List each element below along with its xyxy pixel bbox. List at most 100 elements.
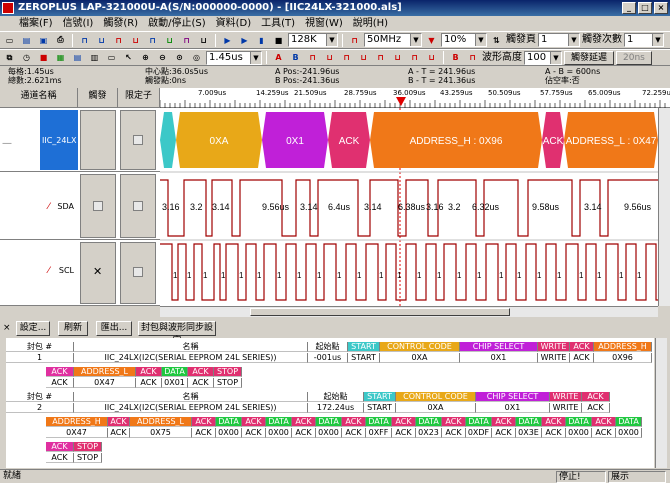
minimize-button[interactable]: _ [622,2,636,14]
field-ack: ACK [542,417,566,427]
scl-pulse-label: 1 [619,271,624,280]
packet-decode-table[interactable]: 封包 # 名稱 起始點 START CONTROL CODE CHIP SELE… [6,338,654,468]
time-ruler[interactable]: 7.009us 14.259us 21.509us 28.759us 36.00… [160,88,670,108]
grid-icon[interactable]: ▦ [53,50,68,65]
bus-decode-icon[interactable]: B [448,50,463,65]
signal-3-icon[interactable]: ⊓ [111,33,126,47]
signal-7-icon[interactable]: ⊓ [179,33,194,47]
clock-icon[interactable]: ⊓ [347,33,362,47]
field-ack: ACK [582,392,610,402]
scl-qualifier-cell[interactable] [120,242,156,304]
bus-icon[interactable]: ▭ [104,50,119,65]
cursor-b-icon[interactable]: B [288,50,303,65]
export-button[interactable]: 匯出... [96,321,132,336]
signal-8-icon[interactable]: ⊔ [196,33,211,47]
scroll-thumb[interactable] [250,308,510,316]
cursor-a-icon[interactable]: A [271,50,286,65]
menu-run-stop[interactable]: 啟動/停止(S) [143,16,211,31]
signal-1-icon[interactable]: ⊓ [77,33,92,47]
open-icon[interactable]: ▤ [19,33,34,47]
sda-timing-label: 3.14 [300,202,318,212]
channel-row-scl[interactable]: ⁄ SCL ✕ [0,240,160,306]
run-icon[interactable]: ▶ [220,33,235,47]
sda-timing-label: 3.2 [448,202,461,212]
waveform-horizontal-scrollbar[interactable] [160,306,658,317]
field-ack: ACK [46,442,74,452]
sync-settings-button[interactable]: 封包與波形同步設定 [138,321,216,346]
stop-icon[interactable]: ■ [271,33,286,47]
run-repeat-icon[interactable]: ▶ [237,33,252,47]
scl-pulse-label: 1 [637,271,642,280]
pointer-icon[interactable]: ↖ [121,50,136,65]
signal-5-icon[interactable]: ⊓ [145,33,160,47]
trigger-delay-button[interactable]: 觸發延遲 [564,50,615,65]
copy-icon[interactable]: ⧉ [2,50,17,65]
save-icon[interactable]: ▣ [36,33,51,47]
maximize-button[interactable]: □ [638,2,652,14]
table-icon[interactable]: ▤ [70,50,85,65]
menu-trigger[interactable]: 觸發(R) [98,16,143,31]
pause-icon[interactable]: ▮ [254,33,269,47]
sample-rate-select[interactable]: 50MHz ▼ [364,33,422,47]
trigger-page-select[interactable]: 1 ▼ [538,33,580,47]
trigger-position-select[interactable]: 10% ▼ [441,33,487,47]
zoom-all-icon[interactable]: ◎ [189,50,204,65]
search-8-icon[interactable]: ⊔ [424,50,439,65]
waveform-display[interactable]: 0XA 0X1 ACK ADDRESS_H : 0X96 ACK ADDRESS_L : … [160,108,658,306]
bus-search-icon[interactable]: ⊓ [465,50,480,65]
signal-2-icon[interactable]: ⊔ [94,33,109,47]
zoom-in-icon[interactable]: ⊕ [138,50,153,65]
channel-name: SDA [57,202,74,211]
sda-trigger-cell[interactable] [80,174,116,238]
zoom-fit-icon[interactable]: ⊙ [172,50,187,65]
scl-trigger-cell[interactable]: ✕ [80,242,116,304]
channel-row-bus[interactable]: — IIC_24LX [0,108,160,172]
search-6-icon[interactable]: ⊔ [390,50,405,65]
app-icon [2,2,14,14]
field-start: START [364,392,396,402]
search-5-icon[interactable]: ⊓ [373,50,388,65]
clock-settings-icon[interactable]: ◷ [19,50,34,65]
menu-window[interactable]: 視窗(W) [300,16,348,31]
trigger-pos-icon[interactable]: ▼ [424,33,439,47]
search-1-icon[interactable]: ⊓ [305,50,320,65]
menu-data[interactable]: 資料(D) [211,16,257,31]
signal-4-icon[interactable]: ⊔ [128,33,143,47]
trigger-settings-icon[interactable]: ⇅ [489,33,504,47]
new-icon[interactable]: ▭ [2,33,17,47]
search-2-icon[interactable]: ⊔ [322,50,337,65]
value-address-h: 0X47 [46,428,108,438]
value-write: WRITE [538,353,570,363]
time-division-select[interactable]: 1.45us ▼ [206,50,262,65]
menu-help[interactable]: 說明(H) [348,16,393,31]
filter-icon[interactable]: ▥ [87,50,102,65]
bookmark-icon[interactable]: ■ [36,50,51,65]
menu-signal[interactable]: 信號(I) [58,16,99,31]
memory-depth-select[interactable]: 128K ▼ [288,33,338,47]
search-3-icon[interactable]: ⊓ [339,50,354,65]
signal-6-icon[interactable]: ⊔ [162,33,177,47]
search-7-icon[interactable]: ⊓ [407,50,422,65]
decode-vertical-scrollbar[interactable] [655,338,667,468]
wave-height-select[interactable]: 100 ▼ [524,50,562,65]
delay-value-field[interactable]: 20ns [616,50,652,65]
field-data: DATA [162,367,188,377]
search-4-icon[interactable]: ⊔ [356,50,371,65]
scl-pulse-label: 1 [173,271,178,280]
field-ack: ACK [242,417,266,427]
zoom-out-icon[interactable]: ⊖ [155,50,170,65]
close-button[interactable]: × [654,2,668,14]
bus-trigger-cell[interactable] [80,110,116,170]
bus-qualifier-cell[interactable] [120,110,156,170]
print-icon[interactable]: ⎙ [53,33,68,47]
menu-tools[interactable]: 工具(T) [256,16,300,31]
menu-file[interactable]: 檔案(F) [14,16,58,31]
settings-button[interactable]: 設定... [16,321,50,336]
sda-qualifier-cell[interactable] [120,174,156,238]
refresh-button[interactable]: 刷新 [58,321,88,336]
trigger-count-select[interactable]: 1 ▼ [624,33,664,47]
trigger-page-label: 觸發頁 [506,34,536,45]
waveform-vertical-scrollbar[interactable] [658,108,670,306]
panel-close-icon[interactable]: × [3,323,11,333]
channel-row-sda[interactable]: ⁄ SDA [0,172,160,240]
